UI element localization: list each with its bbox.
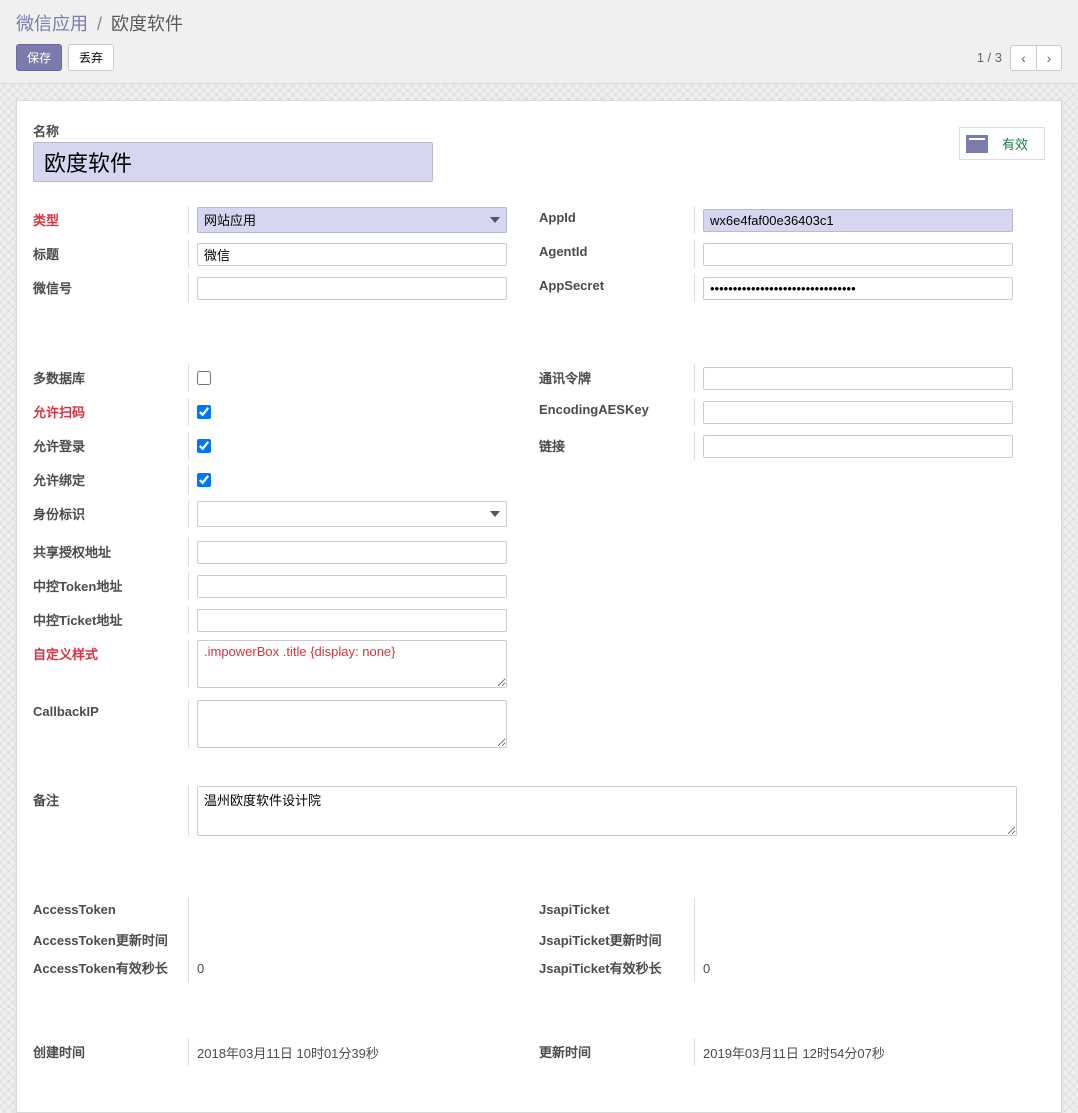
jsapiticket-label: JsapiTicket [539,898,694,917]
accesstoken-label: AccessToken [33,898,188,917]
archive-icon [966,135,988,153]
callbackip-textarea[interactable] [197,700,507,748]
share-auth-label: 共享授权地址 [33,538,188,561]
jsapiticket-update-label: JsapiTicket更新时间 [539,926,694,949]
pager-next-button[interactable]: › [1036,45,1062,71]
ticket-url-label: 中控Ticket地址 [33,606,188,629]
jsapiticket-ttl-label: JsapiTicket有效秒长 [539,954,694,977]
scan-checkbox[interactable] [197,405,211,419]
bind-label: 允许绑定 [33,466,188,489]
agentid-label: AgentId [539,240,694,259]
remark-label: 备注 [33,786,188,809]
token-url-input[interactable] [197,575,507,598]
accesstoken-update-label: AccessToken更新时间 [33,926,188,949]
name-label: 名称 [33,121,1045,140]
discard-button[interactable]: 丢弃 [68,44,114,71]
accesstoken-ttl-value: 0 [197,959,204,978]
header-bar: 微信应用 / 欧度软件 保存 丢弃 1 / 3 ‹ › [0,0,1078,84]
pager-position: 1 / 3 [977,50,1002,65]
bind-checkbox[interactable] [197,473,211,487]
ticket-url-input[interactable] [197,609,507,632]
accesstoken-ttl-label: AccessToken有效秒长 [33,954,188,977]
breadcrumb-root[interactable]: 微信应用 [16,14,88,34]
appid-input[interactable] [703,209,1013,232]
pager: 1 / 3 ‹ › [977,45,1062,71]
scan-label: 允许扫码 [33,398,188,421]
link-input[interactable] [703,435,1013,458]
appid-label: AppId [539,206,694,225]
agentid-input[interactable] [703,243,1013,266]
breadcrumb-current: 欧度软件 [111,14,183,34]
chevron-right-icon: › [1047,50,1052,66]
form-sheet: 有效 名称 类型 网站应用 标题 微信号 [16,100,1062,1113]
status-box[interactable]: 有效 [959,127,1045,160]
breadcrumb-sep: / [97,14,102,34]
wxid-label: 微信号 [33,274,188,297]
jsapiticket-ttl-value: 0 [703,959,710,978]
title-label: 标题 [33,240,188,263]
create-time-label: 创建时间 [33,1038,188,1061]
update-time-label: 更新时间 [539,1038,694,1061]
title-input[interactable] [197,243,507,266]
pager-prev-button[interactable]: ‹ [1010,45,1036,71]
identity-select[interactable] [197,501,507,527]
comm-token-input[interactable] [703,367,1013,390]
link-label: 链接 [539,432,694,455]
breadcrumb: 微信应用 / 欧度软件 [16,10,1062,36]
custom-css-label: 自定义样式 [33,640,188,663]
share-auth-input[interactable] [197,541,507,564]
aeskey-input[interactable] [703,401,1013,424]
custom-css-textarea[interactable] [197,640,507,688]
chevron-left-icon: ‹ [1021,50,1026,66]
appsecret-input[interactable] [703,277,1013,300]
type-label: 类型 [33,206,188,229]
remark-textarea[interactable] [197,786,1017,836]
comm-token-label: 通讯令牌 [539,364,694,387]
name-input[interactable] [33,142,433,182]
login-label: 允许登录 [33,432,188,455]
multidb-checkbox[interactable] [197,371,211,385]
type-select[interactable]: 网站应用 [197,207,507,233]
wxid-input[interactable] [197,277,507,300]
token-url-label: 中控Token地址 [33,572,188,595]
aeskey-label: EncodingAESKey [539,398,694,417]
update-time-value: 2019年03月11日 12时54分07秒 [703,1041,885,1064]
appsecret-label: AppSecret [539,274,694,293]
create-time-value: 2018年03月11日 10时01分39秒 [197,1041,379,1064]
multidb-label: 多数据库 [33,364,188,387]
login-checkbox[interactable] [197,439,211,453]
callbackip-label: CallbackIP [33,700,188,719]
status-label: 有效 [1002,134,1028,153]
save-button[interactable]: 保存 [16,44,62,71]
identity-label: 身份标识 [33,500,188,523]
